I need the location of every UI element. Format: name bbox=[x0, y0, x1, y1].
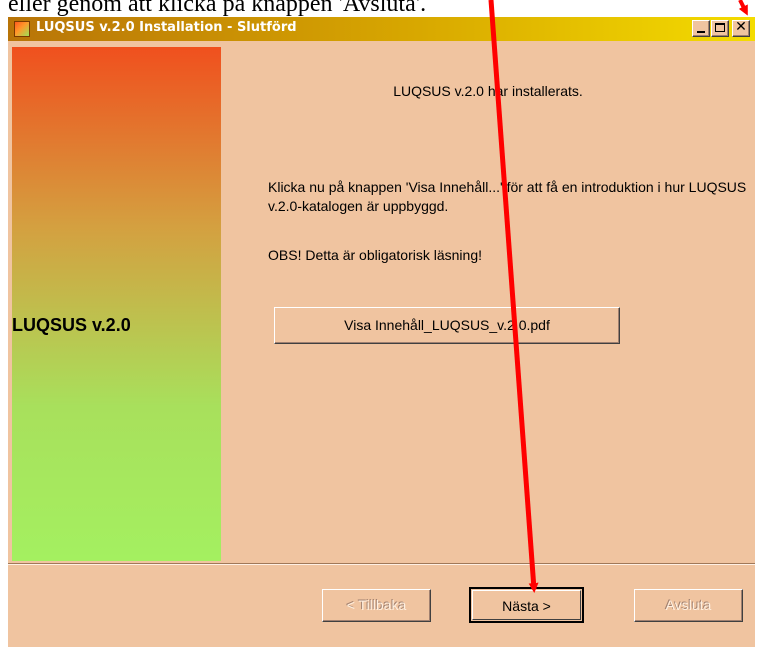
installer-window: LUQSUS v.2.0 Installation - Slutförd ✕ L… bbox=[8, 17, 755, 647]
minimize-button[interactable] bbox=[692, 20, 710, 37]
close-icon: ✕ bbox=[735, 19, 747, 35]
install-complete-headline: LUQSUS v.2.0 har installerats. bbox=[393, 83, 583, 99]
content-panel: LUQSUS v.2.0 har installerats. Klicka nu… bbox=[221, 47, 755, 561]
next-button-label: Nästa > bbox=[502, 598, 551, 614]
footer-divider-highlight bbox=[8, 564, 755, 565]
next-button[interactable]: Nästa > bbox=[469, 587, 584, 623]
app-icon bbox=[14, 21, 30, 37]
maximize-button[interactable] bbox=[711, 20, 729, 37]
minimize-icon bbox=[697, 31, 705, 33]
title-bar[interactable]: LUQSUS v.2.0 Installation - Slutförd ✕ bbox=[8, 17, 755, 41]
maximize-icon bbox=[715, 23, 725, 32]
back-button[interactable]: < Tillbaka bbox=[322, 589, 431, 622]
window-title: LUQSUS v.2.0 Installation - Slutförd bbox=[36, 20, 297, 35]
sidebar-product-name: LUQSUS v.2.0 bbox=[12, 315, 131, 335]
close-button[interactable]: ✕ bbox=[732, 19, 750, 37]
arrow-to-close-button bbox=[738, 0, 748, 16]
exit-button[interactable]: Avsluta bbox=[634, 589, 743, 622]
obs-notice: OBS! Detta är obligatorisk läsning! bbox=[268, 247, 482, 263]
document-caption: eller genom att klicka på knappen 'Avslu… bbox=[8, 0, 427, 17]
view-contents-button[interactable]: Visa Innehåll_LUQSUS_v.2.0.pdf bbox=[274, 307, 620, 344]
instruction-text: Klicka nu på knappen 'Visa Innehåll...' … bbox=[268, 179, 747, 214]
sidebar-banner: LUQSUS v.2.0 bbox=[12, 47, 221, 561]
